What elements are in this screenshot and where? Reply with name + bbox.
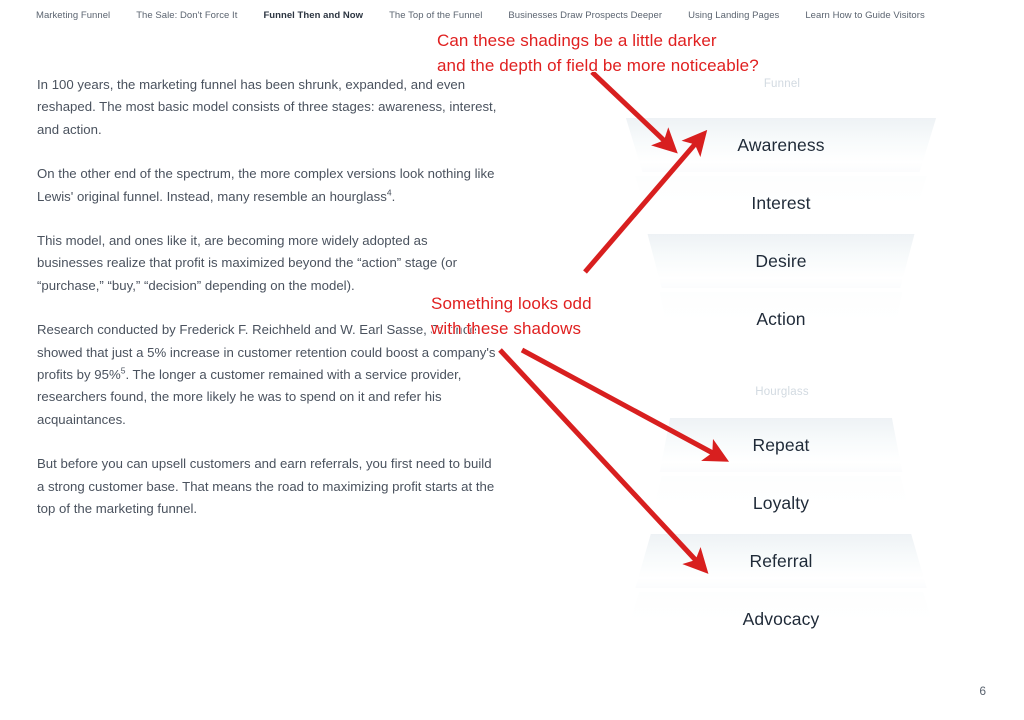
hourglass-group-label: Hourglass <box>755 386 809 398</box>
nav-item-the-sale[interactable]: The Sale: Don't Force It <box>136 10 237 21</box>
nav-item-using-landing-pages[interactable]: Using Landing Pages <box>688 10 779 21</box>
funnel-stage-interest-label: Interest <box>751 192 811 213</box>
paragraph-2: On the other end of the spectrum, the mo… <box>37 163 497 208</box>
paragraph-5: But before you can upsell customers and … <box>37 456 495 517</box>
funnel-group-label: Funnel <box>763 78 801 90</box>
paragraph-2-tail: . <box>391 188 396 204</box>
hourglass-stage-repeat[interactable]: Repeat <box>652 418 910 472</box>
paragraph-2-text: On the other end of the spectrum, the mo… <box>37 166 495 204</box>
hourglass-stage-loyalty[interactable]: Loyalty <box>639 476 923 530</box>
nav-item-marketing-funnel[interactable]: Marketing Funnel <box>36 10 110 21</box>
nav-item-prospects-deeper[interactable]: Businesses Draw Prospects Deeper <box>508 10 662 21</box>
funnel-stage-desire[interactable]: Desire <box>639 234 923 288</box>
nav-item-guide-visitors[interactable]: Learn How to Guide Visitors <box>805 10 924 21</box>
article-body: In 100 years, the marketing funnel has b… <box>37 74 497 543</box>
hourglass-stage-loyalty-label: Loyalty <box>752 492 810 513</box>
paragraph-3: This model, and ones like it, are becomi… <box>37 233 457 293</box>
nav-item-funnel-then-and-now[interactable]: Funnel Then and Now <box>263 10 363 21</box>
funnel-stage-awareness[interactable]: Awareness <box>616 118 946 172</box>
paragraph-1: In 100 years, the marketing funnel has b… <box>37 77 497 137</box>
funnel-stage-action-label: Action <box>756 308 806 329</box>
paragraph-4: Research conducted by Frederick F. Reich… <box>37 319 497 431</box>
annotation-shadows-text: Something looks odd with these shadows <box>431 294 592 338</box>
hourglass-stage-advocacy-label: Advocacy <box>742 608 820 629</box>
funnel-stage-desire-label: Desire <box>755 250 807 271</box>
hourglass-stage-referral[interactable]: Referral <box>626 534 936 588</box>
annotation-shadings-text: Can these shadings be a little darker an… <box>437 31 759 75</box>
hourglass-stage-advocacy[interactable]: Advocacy <box>612 592 950 646</box>
hourglass-stage-repeat-label: Repeat <box>752 434 810 455</box>
funnel-stage-interest[interactable]: Interest <box>626 176 936 230</box>
hourglass-stage-referral-label: Referral <box>749 550 813 571</box>
funnel-stage-awareness-label: Awareness <box>737 134 825 155</box>
chapter-navigation: Marketing Funnel The Sale: Don't Force I… <box>0 0 1024 30</box>
funnel-stage-action[interactable]: Action <box>652 292 910 346</box>
page-number: 6 <box>979 684 986 698</box>
nav-item-top-of-the-funnel[interactable]: The Top of the Funnel <box>389 10 482 21</box>
funnel-hourglass-diagram: Funnel Awareness Interest Desire Action … <box>560 70 1000 660</box>
